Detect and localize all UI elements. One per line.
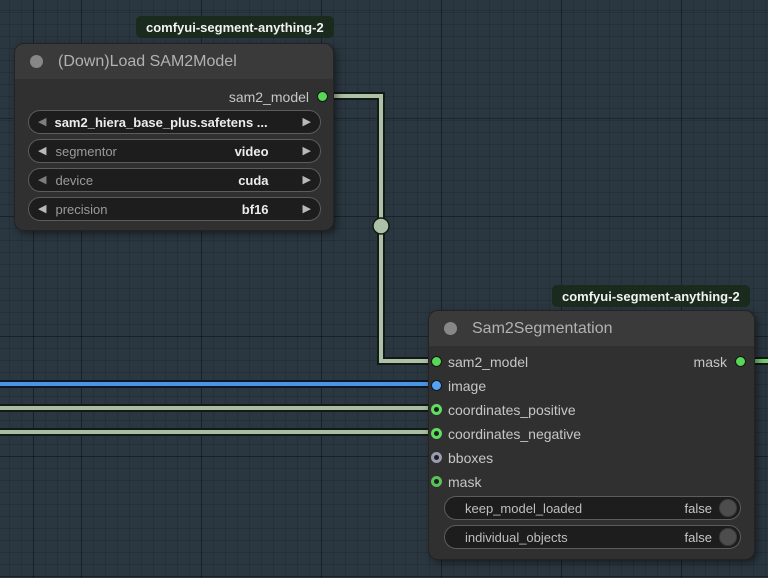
widget-precision-label: precision [55, 201, 108, 217]
node2-titlebar[interactable]: Sam2Segmentation [429, 311, 754, 346]
input-slot-sam2-model: sam2_model [448, 351, 528, 373]
output-label-mask: mask [693, 354, 727, 370]
input-port-image[interactable] [431, 380, 442, 391]
prev-arrow-icon[interactable]: ◀ [38, 174, 46, 186]
input-slot-image: image [448, 375, 486, 397]
link-midpoint-dot[interactable] [372, 217, 390, 235]
input-label-image: image [448, 378, 487, 394]
input-port-coordinates-negative[interactable] [431, 428, 442, 439]
input-port-coordinates-positive[interactable] [431, 404, 442, 415]
input-slot-mask: mask [448, 471, 481, 493]
input-slot-coordinates-negative: coordinates_negative [448, 423, 581, 445]
widget-individual-objects-toggle[interactable]: individual_objects false [444, 525, 741, 549]
widget-precision-value: bf16 [241, 201, 269, 217]
node1-badge-label: comfyui-segment-anything-2 [146, 19, 324, 35]
node1-title: (Down)Load SAM2Model [58, 52, 237, 70]
widget-model-combo[interactable]: ◀ sam2_hiera_base_plus.safetens ... ▶ [28, 110, 321, 134]
next-arrow-icon[interactable]: ▶ [303, 174, 311, 186]
widget-individual-objects-label: individual_objects [465, 529, 568, 545]
collapse-dot[interactable] [444, 322, 457, 335]
widget-individual-objects-value: false [684, 529, 712, 545]
input-label-mask: mask [448, 474, 482, 490]
node-load-sam2model[interactable]: (Down)Load SAM2Model sam2_model ◀ sam2_h… [14, 43, 334, 231]
prev-arrow-icon[interactable]: ◀ [38, 116, 46, 128]
widget-keep-model-loaded-label: keep_model_loaded [465, 500, 583, 516]
node1-titlebar[interactable]: (Down)Load SAM2Model [15, 44, 333, 79]
widget-device-value: cuda [238, 172, 269, 188]
input-slot-bboxes: bboxes [448, 447, 493, 469]
input-label-sam2-model: sam2_model [448, 354, 529, 370]
widget-keep-model-loaded-value: false [684, 500, 712, 516]
next-arrow-icon[interactable]: ▶ [303, 116, 311, 128]
collapse-dot[interactable] [30, 55, 43, 68]
widget-segmentor-label: segmentor [55, 143, 117, 159]
input-label-bboxes: bboxes [448, 450, 494, 466]
toggle-knob[interactable] [719, 528, 737, 546]
node2-badge: comfyui-segment-anything-2 [552, 285, 750, 307]
output-slot-sam2-model: sam2_model [229, 86, 309, 108]
node-sam2segmentation[interactable]: Sam2Segmentation sam2_model image coordi… [428, 310, 755, 560]
input-label-coordinates-positive: coordinates_positive [448, 402, 576, 418]
prev-arrow-icon[interactable]: ◀ [38, 203, 46, 215]
input-slot-coordinates-positive: coordinates_positive [448, 399, 576, 421]
input-label-coordinates-negative: coordinates_negative [448, 426, 582, 442]
input-port-sam2-model[interactable] [431, 356, 442, 367]
next-arrow-icon[interactable]: ▶ [303, 203, 311, 215]
comfyui-canvas[interactable]: { "canvas": { "background_color": "#2b37… [0, 0, 768, 578]
output-label-sam2-model: sam2_model [228, 89, 309, 105]
widget-segmentor-value: video [234, 143, 269, 159]
widget-device-combo[interactable]: ◀ device cuda ▶ [28, 168, 321, 192]
prev-arrow-icon[interactable]: ◀ [38, 145, 46, 157]
node1-badge: comfyui-segment-anything-2 [136, 16, 334, 38]
next-arrow-icon[interactable]: ▶ [303, 145, 311, 157]
output-slot-mask: mask [694, 351, 727, 373]
widget-keep-model-loaded-toggle[interactable]: keep_model_loaded false [444, 496, 741, 520]
widget-precision-combo[interactable]: ◀ precision bf16 ▶ [28, 197, 321, 221]
output-port-sam2-model[interactable] [317, 91, 328, 102]
input-port-mask[interactable] [431, 476, 442, 487]
node2-title: Sam2Segmentation [472, 319, 613, 337]
node2-badge-label: comfyui-segment-anything-2 [562, 288, 740, 304]
output-port-mask[interactable] [735, 356, 746, 367]
widget-device-label: device [55, 172, 94, 188]
widget-segmentor-combo[interactable]: ◀ segmentor video ▶ [28, 139, 321, 163]
toggle-knob[interactable] [719, 499, 737, 517]
input-port-bboxes[interactable] [431, 452, 442, 463]
widget-model-value: sam2_hiera_base_plus.safetens ... [54, 114, 268, 130]
